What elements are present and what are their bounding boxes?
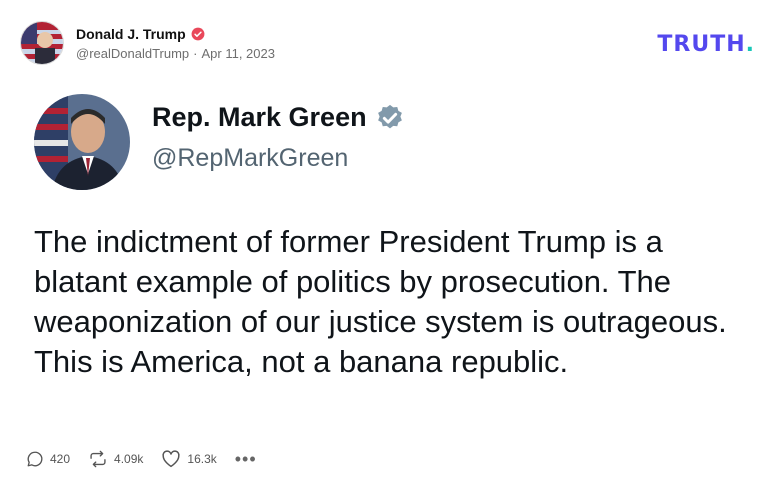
truth-logo: TRUTH.	[657, 32, 755, 57]
retruth-icon	[90, 450, 106, 468]
reply-count: 420	[50, 452, 71, 466]
author-avatar[interactable]	[20, 21, 64, 65]
more-button[interactable]: •••	[234, 449, 257, 469]
quoted-post-text: The indictment of former President Trump…	[34, 224, 727, 379]
truth-logo-dot: .	[745, 32, 755, 57]
post-date[interactable]: Apr 11, 2023	[202, 46, 275, 61]
author-name[interactable]: Donald J. Trump	[76, 26, 186, 42]
reply-button[interactable]: 420	[26, 450, 70, 468]
like-button[interactable]: 16.3k	[161, 450, 217, 468]
retruth-count: 4.09k	[114, 452, 144, 466]
quoted-author-name: Rep. Mark Green	[152, 102, 367, 132]
retruth-button[interactable]: 4.09k	[88, 450, 143, 468]
truth-logo-text: TRUTH	[657, 32, 746, 57]
action-bar: 420 4.09k 16.3k •••	[26, 450, 275, 468]
meta-separator: ·	[193, 45, 198, 61]
quoted-post-card: Rep. Mark Green @RepMarkGreen The indict…	[20, 84, 757, 424]
heart-icon	[162, 450, 180, 468]
more-icon: •••	[234, 449, 257, 469]
quoted-author-handle: @RepMarkGreen	[152, 144, 349, 172]
reply-icon	[27, 451, 43, 467]
quoted-author-avatar	[34, 94, 130, 190]
like-count: 16.3k	[187, 452, 217, 466]
post-header: Donald J. Trump @realDonaldTrump · Apr 11,…	[20, 20, 757, 66]
author-handle[interactable]: @realDonaldTrump	[76, 46, 189, 61]
verified-icon	[377, 104, 402, 128]
verified-icon	[191, 27, 205, 40]
